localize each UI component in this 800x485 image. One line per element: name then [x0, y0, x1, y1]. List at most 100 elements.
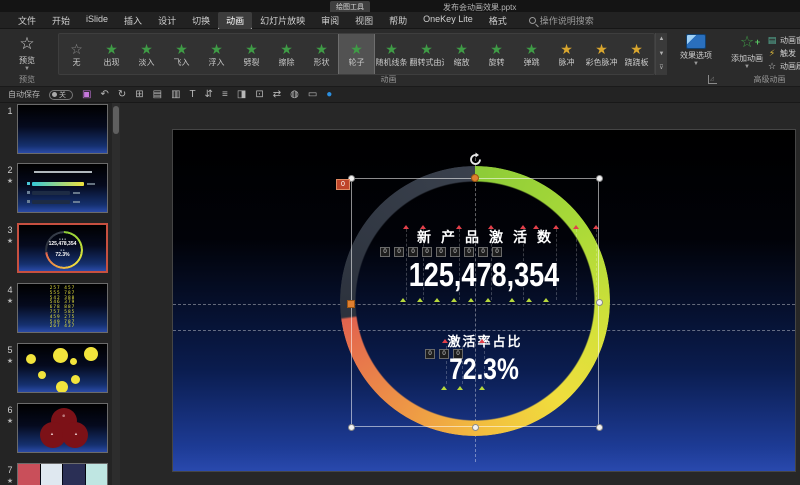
preview-star-icon: ☆ [19, 34, 35, 53]
search-label: 操作说明搜索 [539, 15, 594, 26]
ribbon-animation-tab: ☆ 预览 ▼ 预览 ☆ 无 ★ 出现 ★ 淡入 ★ 飞入 ★ 浮入 ★ 劈裂 ★… [0, 29, 800, 87]
animation-painter-button[interactable]: ☆ 动画刷 [767, 61, 800, 72]
ribbon-search[interactable]: 操作说明搜索 [528, 14, 594, 27]
menu-item[interactable]: 幻灯片放映 [252, 12, 313, 29]
slide-thumbnail-7[interactable] [17, 463, 108, 485]
main-area: 1 2 3 ● ● ● [0, 103, 800, 485]
menu-item[interactable]: 插入 [116, 12, 150, 29]
advanced-animation-group: ☆+ 添加动画 ▼ ▤ 动画窗格 ⚡ 触发 ▼ ☆ 动画刷 高级动画 [723, 29, 800, 86]
picture-icon[interactable]: ▭ [308, 89, 317, 101]
menu-item[interactable]: 设计 [150, 12, 184, 29]
animation-effect-item[interactable]: ★ 彩色脉冲 [584, 34, 619, 74]
scrollbar-thumb[interactable] [113, 106, 119, 134]
slide-thumbnail-4[interactable]: 257 457 555 787 542 388 546 379 678 887 757 5… [17, 283, 108, 333]
slide-thumb-4-row: 4 257 457555 787542 388546 379678 887757… [0, 283, 112, 333]
animation-pane-icon: ▤ [767, 35, 777, 45]
animation-effect-item[interactable]: ★ 弹跳 [514, 34, 549, 74]
preview-group-label: 预览 [19, 75, 35, 84]
selection-handle-bottom-right[interactable] [596, 424, 603, 431]
add-animation-button[interactable]: ☆ + 添加动画 ▼ [727, 32, 767, 70]
undo-icon[interactable]: ↶ [100, 89, 108, 101]
animation-effect-item[interactable]: ★ 形状 [304, 34, 339, 74]
format-dot-icon[interactable]: ● [326, 89, 332, 101]
gallery-scroll-down[interactable]: ▼ [656, 48, 667, 61]
swap-icon[interactable]: ⇄ [273, 89, 281, 101]
slide-thumbnail-2[interactable] [17, 163, 108, 213]
sort-icon[interactable]: ⇵ [205, 89, 213, 101]
effect-options-button[interactable]: 效果选项 ▼ [673, 32, 719, 67]
animation-effect-item[interactable]: ★ 擦除 [269, 34, 304, 74]
animation-effect-item[interactable]: ★ 出现 [94, 34, 129, 74]
rotate-handle[interactable] [468, 152, 483, 167]
animation-group-label: 动画 [380, 75, 397, 84]
effect-options-icon [686, 34, 706, 49]
selection-handle-bottom-left[interactable] [348, 424, 355, 431]
animation-effect-item[interactable]: ★ 翻转式由远... [409, 34, 444, 74]
frame-icon[interactable]: ⊡ [255, 89, 263, 101]
slide-number: 4 [7, 285, 13, 295]
advanced-group-label: 高级动画 [753, 75, 786, 84]
color-icon[interactable]: ◍ [290, 89, 299, 101]
menu-item[interactable]: iSlide [78, 12, 116, 29]
menu-item[interactable]: 视图 [347, 12, 381, 29]
animation-star-icon: ★ [315, 40, 328, 57]
arc-adjust-handle-left[interactable] [347, 300, 355, 308]
animation-star-icon: ★ [245, 40, 258, 57]
text-box-icon[interactable]: T [190, 89, 196, 101]
shape-fill-icon[interactable]: ◨ [237, 89, 246, 101]
slide-thumbnail-6[interactable]: ⊕ ▲ ▲ [17, 403, 108, 453]
table-icon[interactable]: ▥ [171, 89, 180, 101]
slide-thumb-6-row: 6 ⊕ ▲ ▲ [0, 403, 112, 453]
preview-caret-icon: ▼ [24, 66, 30, 72]
menu-item[interactable]: 格式 [481, 12, 515, 29]
panel-scrollbar[interactable] [112, 103, 120, 485]
slide-canvas[interactable]: 新产品激活数 000000000 125,478,354 激活率占比 000 7… [120, 103, 800, 485]
animation-effect-item[interactable]: ★ 随机线条 [374, 34, 409, 74]
menu-item[interactable]: 开始 [44, 12, 78, 29]
animation-star-indicator-icon [4, 297, 16, 305]
redo-icon[interactable]: ↻ [118, 89, 126, 101]
arc-adjust-handle-top[interactable] [471, 174, 479, 182]
animation-effect-item[interactable]: ☆ 无 [59, 34, 94, 74]
menu-item[interactable]: 切换 [184, 12, 218, 29]
animation-star-icon: ★ [140, 40, 153, 57]
animation-dialog-launcher[interactable] [708, 75, 717, 84]
gallery-scrollbar: ▲ ▼ ⊽ [655, 33, 667, 75]
menu-item[interactable]: 文件 [10, 12, 44, 29]
list-icon[interactable]: ≡ [222, 89, 228, 101]
selection-handle-middle-right[interactable] [596, 299, 603, 306]
animation-order-badge[interactable]: 0 [336, 179, 350, 190]
animation-effect-item[interactable]: ★ 旋转 [479, 34, 514, 74]
new-slide-icon[interactable]: ⊞ [135, 89, 143, 101]
animation-effect-item[interactable]: ★ 脉冲 [549, 34, 584, 74]
animation-effect-item[interactable]: ★ 轮子 [338, 34, 375, 74]
menu-item[interactable]: OneKey Lite [415, 12, 481, 29]
animation-effect-item[interactable]: ★ 飞入 [164, 34, 199, 74]
menu-item[interactable]: 动画 [218, 11, 253, 29]
animation-effect-item[interactable]: ★ 淡入 [129, 34, 164, 74]
animation-star-icon: ★ [525, 40, 538, 57]
animation-pane-button[interactable]: ▤ 动画窗格 [767, 35, 800, 46]
menu-item[interactable]: 审阅 [313, 12, 347, 29]
gallery-scroll-up[interactable]: ▲ [656, 33, 667, 46]
selection-handle-bottom-center[interactable] [472, 424, 479, 431]
animation-effect-item[interactable]: ★ 跷跷板 [619, 34, 654, 74]
animation-effect-item[interactable]: ★ 劈裂 [234, 34, 269, 74]
slide-number: 6 [7, 405, 13, 415]
slide-thumbnail-1[interactable] [17, 104, 108, 154]
autosave-toggle[interactable]: 关 [49, 89, 73, 100]
save-icon[interactable]: ▣ [82, 89, 91, 101]
slide-editing-surface[interactable]: 新产品激活数 000000000 125,478,354 激活率占比 000 7… [173, 130, 795, 471]
preview-button[interactable]: ☆ 预览 ▼ [4, 32, 50, 72]
animation-star-indicator-icon [4, 237, 16, 245]
slide-number: 2 [7, 165, 13, 175]
menu-item[interactable]: 帮助 [381, 12, 415, 29]
slide-thumbnail-5[interactable] [17, 343, 108, 393]
animation-effect-item[interactable]: ★ 浮入 [199, 34, 234, 74]
trigger-button[interactable]: ⚡ 触发 ▼ [767, 48, 800, 59]
selection-handle-top-right[interactable] [596, 175, 603, 182]
add-animation-caret-icon: ▼ [744, 64, 750, 70]
slide-thumbnail-3-selected[interactable]: ● ● ● 125,478,354 ● ● 72.3% [17, 223, 108, 273]
animation-effect-item[interactable]: ★ 缩放 [444, 34, 479, 74]
layout-icon[interactable]: ▤ [153, 89, 162, 101]
